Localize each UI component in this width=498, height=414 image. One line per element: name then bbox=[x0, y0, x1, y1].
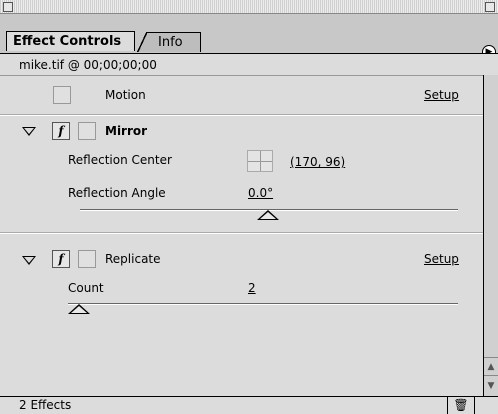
count-value[interactable]: 2 bbox=[248, 281, 256, 295]
crosshair-point-icon[interactable] bbox=[247, 150, 273, 172]
mirror-fx-toggle[interactable]: f bbox=[52, 122, 70, 140]
tab-info[interactable]: Info bbox=[135, 32, 201, 52]
mirror-expand-triangle-icon[interactable] bbox=[22, 127, 36, 136]
mirror-label: Mirror bbox=[105, 124, 148, 138]
scroll-down-arrow-icon[interactable]: ▼ bbox=[484, 375, 498, 396]
row-divider-highlight bbox=[0, 233, 483, 234]
tab-info-label: Info bbox=[158, 35, 183, 50]
reflection-center-value[interactable]: (170, 96) bbox=[290, 155, 345, 169]
mirror-keyframe-checkbox[interactable] bbox=[78, 122, 96, 140]
trash-icon[interactable]: 🗑 bbox=[447, 397, 475, 414]
clip-source-label: mike.tif @ 00;00;00;00 bbox=[0, 53, 498, 75]
tab-effect-controls[interactable]: Effect Controls bbox=[6, 31, 135, 51]
effects-list: Motion Setup f Mirror Reflection Center … bbox=[0, 75, 483, 396]
effects-count-label: 2 Effects bbox=[19, 398, 72, 412]
scroll-up-arrow-icon[interactable]: ▲ bbox=[484, 357, 498, 376]
reflection-angle-label: Reflection Angle bbox=[68, 186, 166, 200]
reflection-angle-value[interactable]: 0.0° bbox=[248, 186, 273, 200]
motion-setup-link[interactable]: Setup bbox=[424, 88, 459, 102]
collapse-box-icon[interactable] bbox=[485, 2, 495, 12]
count-slider-thumb[interactable] bbox=[68, 304, 90, 314]
palette-title-bar[interactable] bbox=[0, 0, 498, 14]
motion-enable-checkbox[interactable] bbox=[53, 86, 71, 104]
replicate-setup-link[interactable]: Setup bbox=[424, 252, 459, 266]
count-label: Count bbox=[68, 281, 104, 295]
tab-strip: Effect Controls Info ▶ bbox=[0, 14, 498, 59]
close-box-icon[interactable] bbox=[3, 2, 13, 12]
status-bar: 2 Effects 🗑 bbox=[0, 396, 498, 414]
reflection-angle-slider-thumb[interactable] bbox=[257, 210, 279, 220]
motion-label: Motion bbox=[105, 88, 146, 102]
replicate-fx-toggle[interactable]: f bbox=[52, 250, 70, 268]
reflection-center-label: Reflection Center bbox=[68, 153, 172, 167]
tab-edge bbox=[135, 32, 149, 52]
replicate-keyframe-checkbox[interactable] bbox=[78, 250, 96, 268]
replicate-label: Replicate bbox=[105, 252, 161, 266]
row-divider-highlight bbox=[0, 115, 483, 116]
vertical-scrollbar[interactable]: ▲ ▼ bbox=[483, 75, 498, 396]
replicate-expand-triangle-icon[interactable] bbox=[22, 256, 36, 265]
count-slider[interactable] bbox=[68, 303, 458, 305]
